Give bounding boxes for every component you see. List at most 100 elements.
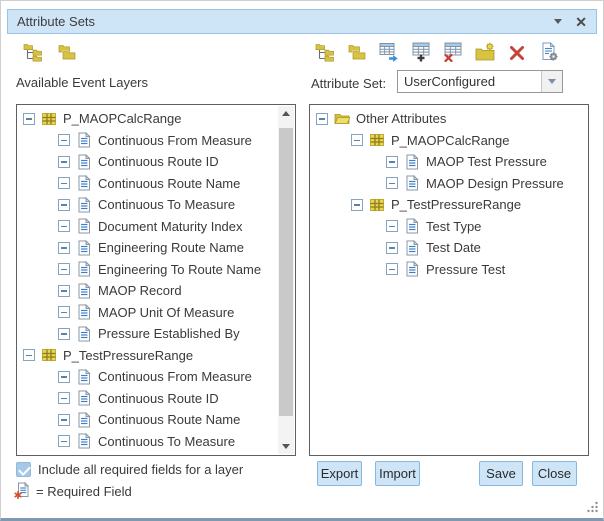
dialog-title: Attribute Sets <box>17 14 95 29</box>
collapse-expander-icon[interactable] <box>58 285 70 297</box>
collapse-expander-icon[interactable] <box>386 156 398 168</box>
tree-item[interactable]: P_TestPressureRange <box>310 194 588 216</box>
folders-icon[interactable] <box>347 42 367 62</box>
folder-gear-icon[interactable] <box>475 42 495 62</box>
collapse-expander-icon[interactable] <box>386 263 398 275</box>
collapse-expander-icon[interactable] <box>58 435 70 447</box>
field-icon <box>76 154 92 170</box>
toolbar-left <box>23 42 77 62</box>
folders-icon[interactable] <box>57 42 77 62</box>
include-required-fields-checkbox[interactable] <box>16 462 31 477</box>
tree-item[interactable]: Continuous From Measure <box>17 130 278 152</box>
delete-x-icon[interactable] <box>507 42 527 62</box>
field-icon <box>76 132 92 148</box>
collapse-expander-icon[interactable] <box>58 199 70 211</box>
collapse-expander-icon[interactable] <box>351 199 363 211</box>
collapse-expander-icon[interactable] <box>58 220 70 232</box>
collapse-expander-icon[interactable] <box>58 306 70 318</box>
tree-item[interactable]: Continuous To Measure <box>17 431 278 453</box>
collapse-expander-icon[interactable] <box>58 177 70 189</box>
tree-item[interactable]: Continuous Route Name <box>17 409 278 431</box>
dropdown-button[interactable] <box>541 71 562 92</box>
tree-item-label: Pressure Established By <box>98 326 240 341</box>
available-layers-tree: P_MAOPCalcRangeContinuous From MeasureCo… <box>17 105 278 455</box>
field-icon <box>404 175 420 191</box>
tree-item[interactable]: MAOP Test Pressure <box>310 151 588 173</box>
collapse-expander-icon[interactable] <box>386 220 398 232</box>
collapse-expander-icon[interactable] <box>58 156 70 168</box>
tree-item[interactable]: Continuous Route ID <box>17 388 278 410</box>
tree-item[interactable]: Continuous From Measure <box>17 366 278 388</box>
tree-item[interactable]: Continuous Route ID <box>17 151 278 173</box>
field-icon <box>404 261 420 277</box>
save-button[interactable]: Save <box>479 461 523 486</box>
tree-item[interactable]: Pressure Established By <box>17 323 278 345</box>
tree-item-label: P_TestPressureRange <box>63 348 193 363</box>
collapse-expander-icon[interactable] <box>58 371 70 383</box>
table-export-icon[interactable] <box>379 42 399 62</box>
tree-item[interactable]: Engineering Route Name <box>17 237 278 259</box>
tree-item[interactable]: Document Maturity Index <box>17 216 278 238</box>
tree-item[interactable]: MAOP Record <box>17 280 278 302</box>
close-button[interactable]: Close <box>532 461 577 486</box>
table-delete-icon[interactable] <box>443 42 463 62</box>
titlebar[interactable]: Attribute Sets ✕ <box>7 9 597 34</box>
tree-item-label: Continuous Route Name <box>98 176 240 191</box>
collapse-expander-icon[interactable] <box>316 113 328 125</box>
collapse-expander-icon[interactable] <box>23 113 35 125</box>
tree-item[interactable]: Other Attributes <box>310 108 588 130</box>
attribute-sets-dialog: Attribute Sets ✕ Available Event Layers … <box>0 0 604 521</box>
tree-item[interactable]: Continuous To Measure <box>17 194 278 216</box>
page-gear-icon[interactable] <box>539 42 559 62</box>
field-icon <box>76 304 92 320</box>
available-event-layers-label: Available Event Layers <box>16 75 148 90</box>
scroll-down-icon[interactable] <box>278 439 294 454</box>
tree-item[interactable]: Pressure Test <box>310 259 588 281</box>
resize-grip-icon[interactable] <box>585 501 599 514</box>
import-button[interactable]: Import <box>375 461 420 486</box>
tree-item[interactable]: P_MAOPCalcRange <box>310 130 588 152</box>
tree-item[interactable]: P_TestPressureRange <box>17 345 278 367</box>
tree-item[interactable]: MAOP Unit Of Measure <box>17 302 278 324</box>
collapse-expander-icon[interactable] <box>351 134 363 146</box>
collapse-expander-icon[interactable] <box>386 177 398 189</box>
folder-tree-icon[interactable] <box>315 42 335 62</box>
folder-tree-icon[interactable] <box>23 42 43 62</box>
field-icon <box>404 154 420 170</box>
export-button[interactable]: Export <box>317 461 362 486</box>
tree-item-label: P_MAOPCalcRange <box>391 133 510 148</box>
attribute-set-panel: Other Attributes P_MAOPCalcRange MAOP Test… <box>309 104 589 456</box>
tree-item[interactable]: MAOP Design Pressure <box>310 173 588 195</box>
collapse-expander-icon[interactable] <box>58 242 70 254</box>
collapse-expander-icon[interactable] <box>58 263 70 275</box>
required-field-icon <box>14 482 31 500</box>
collapse-expander-icon[interactable] <box>58 134 70 146</box>
field-icon <box>404 240 420 256</box>
attribute-set-tree: Other Attributes P_MAOPCalcRange MAOP Test… <box>310 105 588 455</box>
caret-down-icon[interactable] <box>554 19 562 24</box>
attribute-set-dropdown[interactable]: UserConfigured <box>397 70 563 93</box>
scroll-up-icon[interactable] <box>278 106 294 121</box>
field-icon <box>404 218 420 234</box>
collapse-expander-icon[interactable] <box>58 392 70 404</box>
tree-item[interactable]: P_MAOPCalcRange <box>17 108 278 130</box>
field-icon <box>76 390 92 406</box>
tree-item[interactable]: Engineering To Route Name <box>17 259 278 281</box>
collapse-expander-icon[interactable] <box>58 328 70 340</box>
collapse-expander-icon[interactable] <box>23 349 35 361</box>
tree-item[interactable]: Continuous Route Name <box>17 173 278 195</box>
collapse-expander-icon[interactable] <box>386 242 398 254</box>
event-layer-icon <box>41 111 57 127</box>
tree-item[interactable]: Test Type <box>310 216 588 238</box>
tree-item[interactable]: Test Date <box>310 237 588 259</box>
table-add-icon[interactable] <box>411 42 431 62</box>
vertical-scrollbar[interactable] <box>278 106 294 454</box>
collapse-expander-icon[interactable] <box>58 414 70 426</box>
scrollbar-thumb[interactable] <box>279 128 293 416</box>
field-icon <box>76 433 92 449</box>
field-icon <box>76 283 92 299</box>
tree-item-label: Document Maturity Index <box>98 219 243 234</box>
close-icon[interactable]: ✕ <box>575 15 587 29</box>
tree-item-label: Continuous From Measure <box>98 369 252 384</box>
include-required-fields-option[interactable]: Include all required fields for a layer <box>16 462 243 477</box>
